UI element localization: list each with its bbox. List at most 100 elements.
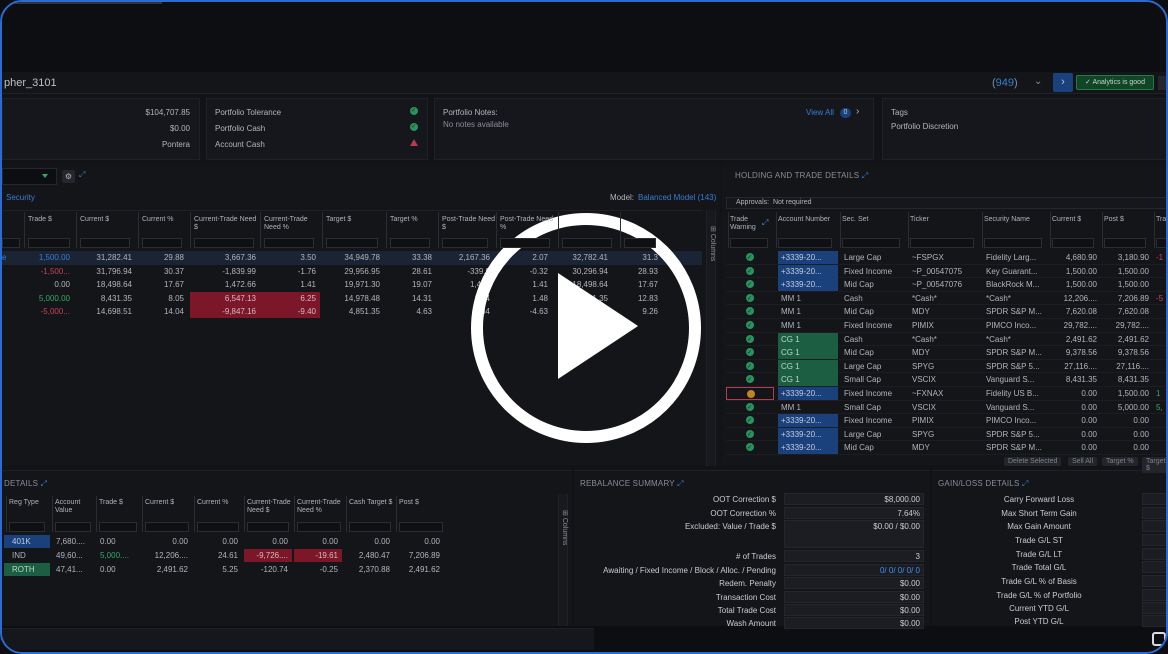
gainloss-value [1142,575,1166,587]
column-header[interactable]: Current-Trade Need % [297,499,347,515]
rebalance-label: OOT Correction % [710,509,776,518]
column-filter-input[interactable] [778,238,832,248]
column-divider [96,496,97,532]
column-divider [322,212,323,248]
column-filter-input[interactable] [442,238,488,248]
column-header[interactable]: Trad [1156,216,1166,224]
column-header[interactable]: Current-Trade Need $ [194,216,262,232]
column-filter-input[interactable] [142,238,182,248]
gainloss-value [1142,602,1166,614]
gainloss-label: Trade G/L LT [1015,550,1063,559]
gainloss-label: Trade Total G/L [1011,563,1067,572]
column-header[interactable]: Sec. Set [842,216,906,224]
column-header[interactable]: Current-Trade Need % [264,216,322,232]
column-header[interactable]: Post-Trade Need $ [442,216,496,232]
holding-action-button[interactable]: Target % [1102,457,1138,466]
column-filter-input[interactable] [326,238,378,248]
app-window: pher_3101 (949) ⌄ › ✓ Analytics is good … [0,0,1168,654]
column-divider [294,496,295,532]
column-header[interactable]: Current $ [145,499,195,507]
column-divider [138,212,139,248]
column-header[interactable]: Account Value [55,499,97,515]
column-header[interactable]: Current $ [80,216,138,224]
column-header[interactable]: Target $ [326,216,386,224]
column-filter-input[interactable] [349,522,391,532]
fullscreen-icon[interactable] [1152,632,1166,646]
holding-action-button[interactable]: Delete Selected [1004,457,1062,466]
column-divider [728,212,729,248]
rebalance-label: Excluded: Value / Trade $ [684,522,776,531]
column-filter-input[interactable] [99,522,137,532]
column-header[interactable]: Trade $ [99,499,143,507]
column-divider [982,212,983,248]
column-divider [260,212,261,248]
column-filter-input[interactable] [984,238,1042,248]
column-filter-input[interactable] [297,522,341,532]
gainloss-label: Max Short Term Gain [1001,509,1077,518]
column-header[interactable]: Target % [390,216,438,224]
holding-action-button[interactable]: Target $ [1142,457,1166,473]
column-filter-input[interactable] [145,522,189,532]
column-header[interactable]: Reg Type [9,499,51,507]
column-filter-input[interactable] [624,238,656,248]
rebalance-value: 3 [784,550,924,562]
column-filter-input[interactable] [55,522,91,532]
column-divider [244,496,245,532]
column-filter-input[interactable] [9,522,45,532]
column-filter-input[interactable] [197,522,239,532]
gainloss-label: Current YTD G/L [1009,604,1069,613]
column-header[interactable]: Current $ [1052,216,1100,224]
column-divider [76,212,77,248]
column-divider [386,212,387,248]
holding-action-button[interactable]: Sell All [1068,457,1098,466]
column-divider [194,496,195,532]
rebalance-value: $0.00 [784,604,924,616]
column-filter-input[interactable] [910,238,974,248]
column-filter-input[interactable] [390,238,430,248]
column-divider [24,212,25,248]
gainloss-value [1142,561,1166,573]
column-filter-input[interactable] [500,238,550,248]
column-header[interactable]: Post $ [399,499,449,507]
column-divider [496,212,497,248]
gainloss-value [1142,507,1166,519]
column-filter-input[interactable] [80,238,130,248]
column-divider [776,212,777,248]
rebalance-label: Transaction Cost [715,593,776,602]
gainloss-value [1142,615,1166,627]
gainloss-value [1142,520,1166,532]
expand-icon[interactable]: ⤢ [762,218,768,228]
column-filter-input[interactable] [247,522,289,532]
column-header[interactable]: Ticker [910,216,980,224]
column-header[interactable]: Trade $ [28,216,78,224]
column-filter-input[interactable] [730,238,768,248]
column-filter-input[interactable] [1156,238,1166,248]
column-header[interactable]: Account Number [778,216,838,224]
column-header[interactable]: Post $ [1104,216,1152,224]
column-divider [396,496,397,532]
column-filter-input[interactable] [562,238,612,248]
column-filter-input[interactable] [264,238,314,248]
column-filter-input[interactable] [2,238,20,248]
column-header[interactable]: Security Name [984,216,1048,224]
column-header[interactable]: Cash Target $ [349,499,397,507]
column-filter-input[interactable] [194,238,254,248]
column-filter-input[interactable] [28,238,70,248]
column-header[interactable]: Post-Trade Need % [500,216,558,232]
column-divider [190,212,191,248]
column-filter-input[interactable] [1052,238,1094,248]
column-header[interactable]: Current-Trade Need $ [247,499,295,515]
column-header[interactable]: Current % [142,216,190,224]
gainloss-value [1142,493,1166,505]
rebalance-label: # of Trades [735,552,776,561]
column-filter-input[interactable] [399,522,443,532]
rebalance-label: OOT Correction $ [713,495,776,504]
gainloss-label: Trade G/L % of Portfolio [996,591,1082,600]
rebalance-label: Total Trade Cost [717,606,776,615]
column-header[interactable]: Current % [197,499,245,507]
column-filter-input[interactable] [842,238,900,248]
column-filter-input[interactable] [1104,238,1146,248]
gainloss-value [1142,534,1166,546]
column-divider [840,212,841,248]
column-divider [620,212,621,248]
